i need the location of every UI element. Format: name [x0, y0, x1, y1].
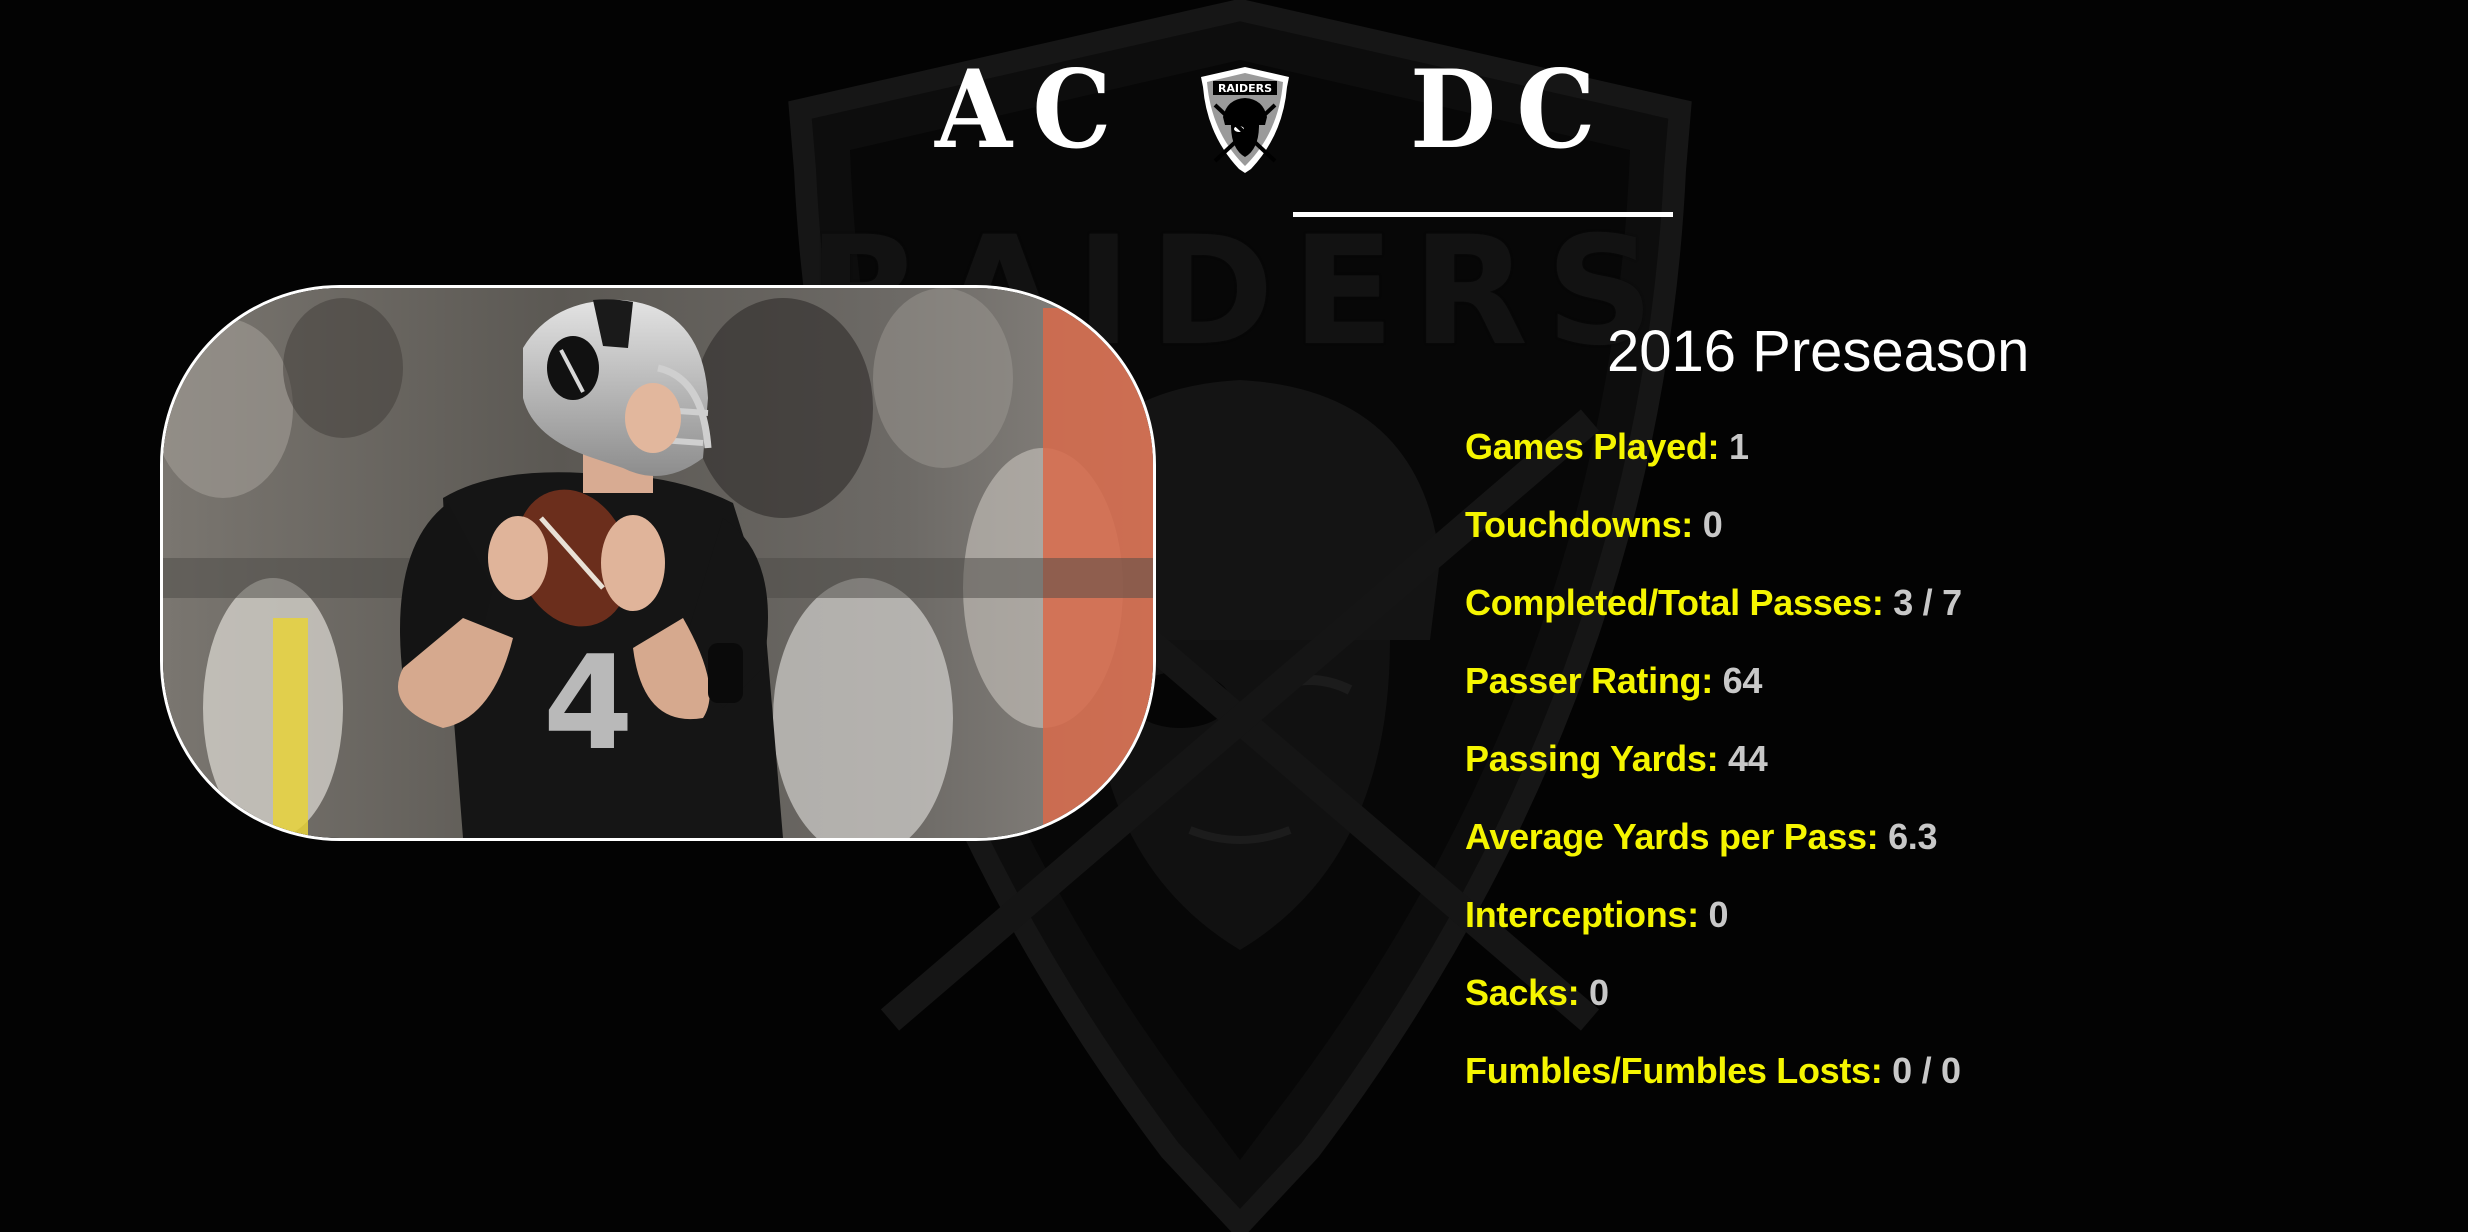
- stat-row-games-played: Games Played: 1: [1465, 426, 1749, 468]
- stat-row-passer-rating: Passer Rating: 64: [1465, 660, 1762, 702]
- stat-row-average-yards: Average Yards per Pass: 6.3: [1465, 816, 1938, 858]
- header-divider: [1293, 212, 1673, 217]
- stat-value: 64: [1722, 660, 1763, 701]
- stat-row-passing-yards: Passing Yards: 44: [1465, 738, 1768, 780]
- stat-row-fumbles: Fumbles/Fumbles Losts: 0 / 0: [1465, 1050, 1961, 1092]
- stat-label: Passing Yards:: [1465, 738, 1719, 779]
- stat-label: Completed/Total Passes:: [1465, 582, 1884, 623]
- stat-row-sacks: Sacks: 0: [1465, 972, 1609, 1014]
- header: AC RAIDERS DC: [0, 47, 2468, 173]
- header-logo-text: RAIDERS: [1218, 82, 1272, 95]
- stat-label: Touchdowns:: [1465, 504, 1693, 545]
- stat-row-touchdowns: Touchdowns: 0: [1465, 504, 1723, 546]
- stat-value: 44: [1727, 738, 1768, 779]
- quarterback-photo-graphic: 4: [163, 288, 1153, 838]
- stat-value: 0: [1702, 504, 1723, 545]
- stat-label: Sacks:: [1465, 972, 1580, 1013]
- stat-value: 3 / 7: [1893, 582, 1962, 623]
- stat-value: 1: [1728, 426, 1749, 467]
- stat-label: Passer Rating:: [1465, 660, 1713, 701]
- stat-value: 0: [1589, 972, 1609, 1013]
- stat-row-interceptions: Interceptions: 0: [1465, 894, 1729, 936]
- stat-value: 0 / 0: [1892, 1050, 1961, 1091]
- stat-label: Interceptions:: [1465, 894, 1699, 935]
- page: RAIDERS AC RAIDERS DC 4 2016 Preseason G…: [0, 0, 2468, 1232]
- stat-label: Fumbles/Fumbles Losts:: [1465, 1050, 1883, 1091]
- stat-value: 6.3: [1888, 816, 1938, 857]
- raiders-shield-icon: RAIDERS: [1201, 67, 1289, 173]
- stat-label: Average Yards per Pass:: [1465, 816, 1879, 857]
- header-letters-right: DC: [1410, 47, 1616, 173]
- quarterback-photo: 4: [160, 285, 1156, 841]
- stats-title: 2016 Preseason: [1607, 319, 2030, 384]
- jersey-number: 4: [543, 627, 633, 779]
- stat-row-completed-passes: Completed/Total Passes: 3 / 7: [1465, 582, 1962, 624]
- stat-value: 0: [1708, 894, 1729, 935]
- header-letters-left: AC: [935, 47, 1132, 173]
- stat-label: Games Played:: [1465, 426, 1720, 467]
